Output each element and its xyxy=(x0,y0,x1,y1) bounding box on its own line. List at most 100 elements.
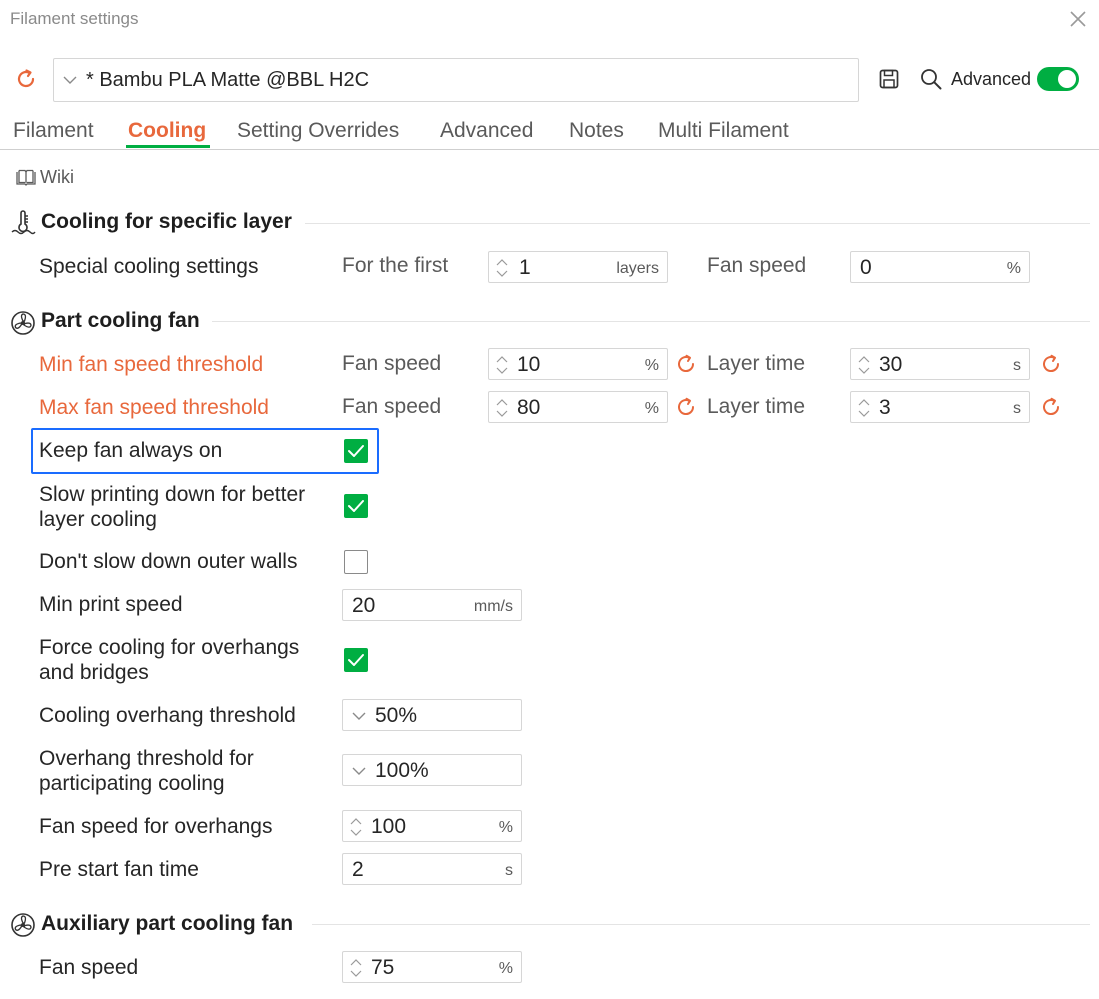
section-divider xyxy=(305,223,1090,224)
force-cooling-label-line2: and bridges xyxy=(39,661,149,684)
dont-slow-walls-label: Don't slow down outer walls xyxy=(39,550,298,573)
max-fan-speed-label: Fan speed xyxy=(342,395,442,418)
fan-icon xyxy=(11,311,35,335)
chevron-down-icon xyxy=(352,712,366,720)
spinner-icon[interactable] xyxy=(495,256,509,280)
wiki-link[interactable]: Wiki xyxy=(40,167,74,188)
participating-threshold-value: 100% xyxy=(375,759,429,782)
section-title-part-fan: Part cooling fan xyxy=(41,309,200,332)
special-fan-speed-input[interactable]: 0 % xyxy=(850,251,1030,283)
section-divider xyxy=(212,321,1090,322)
percent-unit: % xyxy=(644,357,659,374)
reset-icon[interactable] xyxy=(1040,396,1062,418)
percent-unit: % xyxy=(1006,260,1021,277)
special-fan-speed-value: 0 xyxy=(860,256,872,279)
pre-start-input[interactable]: 2 s xyxy=(342,853,522,885)
dont-slow-walls-checkbox[interactable] xyxy=(344,550,368,574)
spinner-icon[interactable] xyxy=(857,396,871,420)
thermometer-icon xyxy=(11,210,36,235)
percent-unit: % xyxy=(644,400,659,417)
layers-unit: layers xyxy=(616,260,659,277)
percent-unit: % xyxy=(498,819,513,836)
max-layer-time-label: Layer time xyxy=(707,395,806,418)
save-icon[interactable] xyxy=(878,68,900,90)
advanced-toggle[interactable] xyxy=(1037,67,1079,91)
preset-dropdown[interactable]: * Bambu PLA Matte @BBL H2C xyxy=(53,58,859,102)
force-cooling-label: Force cooling for overhangs and bridges xyxy=(39,635,299,685)
min-print-speed-input[interactable]: 20 mm/s xyxy=(342,589,522,621)
tab-cooling[interactable]: Cooling xyxy=(128,119,206,143)
min-fan-speed-label: Fan speed xyxy=(342,352,442,375)
participating-threshold-dropdown[interactable]: 100% xyxy=(342,754,522,786)
section-divider xyxy=(312,924,1090,925)
max-layer-time-value: 3 xyxy=(879,396,891,419)
fan-overhangs-label: Fan speed for overhangs xyxy=(39,815,273,838)
overhang-threshold-value: 50% xyxy=(375,704,418,727)
active-tab-indicator xyxy=(126,145,210,148)
overhang-threshold-dropdown[interactable]: 50% xyxy=(342,699,522,731)
pre-start-label: Pre start fan time xyxy=(39,858,199,881)
slow-printing-label-line1: Slow printing down for better xyxy=(39,483,306,506)
seconds-unit: s xyxy=(505,862,513,879)
special-fan-speed-label: Fan speed xyxy=(707,254,807,277)
min-fan-speed-value: 10 xyxy=(517,353,541,376)
toggle-knob xyxy=(1058,70,1076,88)
preset-name: * Bambu PLA Matte @BBL H2C xyxy=(86,69,370,91)
reset-icon[interactable] xyxy=(1040,353,1062,375)
max-fan-speed-value: 80 xyxy=(517,396,541,419)
seconds-unit: s xyxy=(1013,400,1021,417)
book-icon[interactable] xyxy=(15,169,37,186)
slow-printing-checkbox[interactable] xyxy=(344,494,368,518)
participating-threshold-label-line1: Overhang threshold for xyxy=(39,747,254,770)
min-threshold-label: Min fan speed threshold xyxy=(39,353,264,376)
tab-divider xyxy=(0,149,1099,150)
reload-icon[interactable] xyxy=(14,67,38,91)
section-title-specific-layer: Cooling for specific layer xyxy=(41,210,292,233)
overhang-threshold-label: Cooling overhang threshold xyxy=(39,704,296,727)
aux-fan-speed-label: Fan speed xyxy=(39,956,139,979)
max-fan-speed-input[interactable]: 80 % xyxy=(488,391,668,423)
spinner-icon[interactable] xyxy=(495,396,509,420)
spinner-icon[interactable] xyxy=(349,815,363,839)
keep-fan-on-checkbox[interactable] xyxy=(344,439,368,463)
tab-setting-overrides[interactable]: Setting Overrides xyxy=(237,119,399,143)
reset-icon[interactable] xyxy=(675,353,697,375)
pre-start-value: 2 xyxy=(352,858,364,881)
min-print-speed-value: 20 xyxy=(352,594,376,617)
mms-unit: mm/s xyxy=(473,598,513,615)
first-layers-input[interactable]: 1 layers xyxy=(488,251,668,283)
tab-filament[interactable]: Filament xyxy=(13,119,94,143)
first-layers-value: 1 xyxy=(519,256,531,279)
aux-fan-speed-input[interactable]: 75 % xyxy=(342,951,522,983)
participating-threshold-label: Overhang threshold for participating coo… xyxy=(39,746,254,796)
seconds-unit: s xyxy=(1013,357,1021,374)
close-icon[interactable] xyxy=(1068,9,1088,29)
tab-notes[interactable]: Notes xyxy=(569,119,624,143)
percent-unit: % xyxy=(498,960,513,977)
slow-printing-label: Slow printing down for better layer cool… xyxy=(39,482,305,532)
force-cooling-checkbox[interactable] xyxy=(344,648,368,672)
tab-advanced[interactable]: Advanced xyxy=(440,119,533,143)
min-fan-speed-input[interactable]: 10 % xyxy=(488,348,668,380)
force-cooling-label-line1: Force cooling for overhangs xyxy=(39,636,300,659)
tab-multi-filament[interactable]: Multi Filament xyxy=(658,119,789,143)
spinner-icon[interactable] xyxy=(857,353,871,377)
spinner-icon[interactable] xyxy=(495,353,509,377)
search-icon[interactable] xyxy=(919,67,943,91)
chevron-down-icon xyxy=(63,76,77,84)
min-layer-time-input[interactable]: 30 s xyxy=(850,348,1030,380)
section-title-aux-fan: Auxiliary part cooling fan xyxy=(41,912,294,935)
keep-fan-on-label: Keep fan always on xyxy=(39,439,223,462)
slow-printing-label-line2: layer cooling xyxy=(39,508,157,531)
chevron-down-icon xyxy=(352,767,366,775)
max-threshold-label: Max fan speed threshold xyxy=(39,396,269,419)
min-print-speed-label: Min print speed xyxy=(39,593,183,616)
window-title: Filament settings xyxy=(10,9,139,28)
fan-icon xyxy=(11,913,35,937)
reset-icon[interactable] xyxy=(675,396,697,418)
min-layer-time-value: 30 xyxy=(879,353,903,376)
fan-overhangs-input[interactable]: 100 % xyxy=(342,810,522,842)
advanced-label: Advanced xyxy=(951,69,1032,89)
max-layer-time-input[interactable]: 3 s xyxy=(850,391,1030,423)
spinner-icon[interactable] xyxy=(349,956,363,980)
